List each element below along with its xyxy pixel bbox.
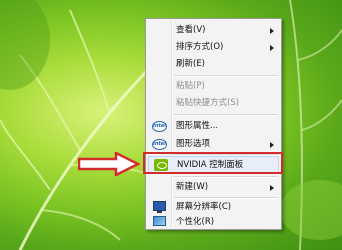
menu-item-graphics-properties[interactable]: intel 图形属性...: [148, 118, 279, 135]
menu-item-paste-shortcut[interactable]: 粘贴快捷方式(S): [148, 95, 279, 112]
menu-item-label: NVIDIA 控制面板: [177, 160, 244, 170]
menu-item-label: 排序方式(O): [176, 42, 224, 52]
menu-item-personalize[interactable]: 个性化(R): [148, 214, 279, 231]
menu-item-label: 粘贴快捷方式(S): [176, 98, 240, 108]
menu-item-graphics-options[interactable]: intel 图形选项: [148, 136, 279, 153]
submenu-arrow-icon: [270, 185, 274, 191]
nvidia-icon: [154, 159, 168, 171]
desktop-context-menu: 查看(V) 排序方式(O) 刷新(E) 粘贴(P) 粘贴快捷方式(S) inte…: [145, 18, 282, 230]
menu-item-refresh[interactable]: 刷新(E): [148, 56, 279, 73]
menu-item-paste[interactable]: 粘贴(P): [148, 78, 279, 95]
menu-item-label: 图形选项: [176, 139, 211, 149]
menu-item-nvidia-control-panel[interactable]: NVIDIA 控制面板: [148, 156, 279, 173]
monitor-icon: [153, 201, 166, 213]
menu-item-sort-by[interactable]: 排序方式(O): [148, 39, 279, 56]
personalize-icon: [153, 216, 166, 226]
red-arrow-pointer: [77, 150, 141, 180]
submenu-arrow-icon: [270, 142, 274, 148]
menu-separator: [174, 75, 278, 77]
menu-item-view[interactable]: 查看(V): [148, 22, 279, 39]
menu-separator: [174, 114, 278, 116]
menu-item-new[interactable]: 新建(W): [148, 179, 279, 196]
menu-item-label: 刷新(E): [176, 59, 206, 69]
menu-item-label: 查看(V): [176, 25, 206, 35]
menu-separator: [174, 176, 278, 178]
submenu-arrow-icon: [270, 45, 274, 51]
menu-item-label: 粘贴(P): [176, 81, 205, 91]
intel-graphics-icon: intel: [152, 121, 167, 132]
submenu-arrow-icon: [270, 28, 274, 34]
menu-item-label: 个性化(R): [176, 217, 215, 227]
menu-item-label: 新建(W): [176, 182, 209, 192]
menu-item-label: 图形属性...: [176, 121, 219, 131]
intel-graphics-icon: intel: [152, 139, 167, 150]
